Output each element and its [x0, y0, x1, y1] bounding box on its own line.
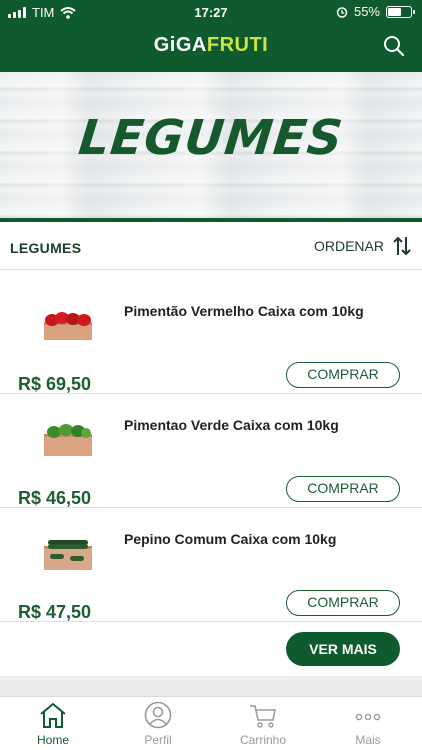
status-right: 55%: [336, 4, 415, 19]
section-header: LEGUMES ORDENAR: [0, 226, 422, 270]
status-bar: TIM 17:27 55%: [0, 0, 422, 24]
order-button[interactable]: ORDENAR: [314, 235, 412, 257]
order-label: ORDENAR: [313, 238, 384, 254]
buy-button[interactable]: COMPRAR: [286, 590, 400, 616]
battery-fill: [388, 7, 402, 16]
product-price: R$ 46,50: [18, 488, 92, 508]
cart-icon: [250, 705, 276, 728]
buy-button[interactable]: COMPRAR: [286, 362, 400, 388]
search-icon: [384, 36, 405, 57]
app-header: TIM 17:27 55% GiGAFRUTI: [0, 0, 422, 72]
battery-percent: 55%: [353, 4, 380, 19]
product-price: R$ 47,50: [18, 602, 92, 622]
search-button[interactable]: [382, 34, 406, 58]
see-more-button[interactable]: VER MAIS: [286, 632, 400, 666]
tab-cart[interactable]: Carrinho: [223, 701, 303, 747]
next-section-preview: [0, 676, 422, 696]
brand-part2: FRUTI: [206, 34, 269, 56]
alarm-icon: [336, 6, 348, 18]
product-image: [44, 540, 92, 570]
tab-more[interactable]: Mais: [328, 701, 408, 747]
tab-label: Carrinho: [239, 733, 287, 747]
product-name[interactable]: Pimentão Vermelho Caixa com 10kg: [124, 303, 364, 319]
tab-home[interactable]: Home: [13, 701, 93, 747]
more-icon: [355, 713, 381, 721]
sort-icon: [393, 236, 411, 256]
tab-label: Mais: [355, 733, 381, 747]
buy-button[interactable]: COMPRAR: [286, 476, 400, 502]
brand-logo: GiGAFRUTI: [0, 34, 422, 57]
product-price: R$ 69,50: [18, 374, 92, 394]
product-item: Pimentão Vermelho Caixa com 10kg R$ 69,5…: [0, 280, 422, 394]
product-image: [44, 424, 92, 456]
product-name[interactable]: Pimentao Verde Caixa com 10kg: [124, 417, 339, 433]
home-icon: [40, 702, 66, 728]
tab-bar: Home Perfil Carrinho Mais: [0, 696, 422, 750]
profile-icon: [144, 701, 172, 729]
banner-title: LEGUMES: [76, 110, 346, 166]
category-banner: LEGUMES: [0, 72, 422, 222]
tab-label: Home: [36, 733, 69, 747]
product-name[interactable]: Pepino Comum Caixa com 10kg: [124, 531, 336, 547]
tab-profile[interactable]: Perfil: [118, 701, 198, 747]
tab-label: Perfil: [144, 733, 172, 747]
product-item: Pimentao Verde Caixa com 10kg R$ 46,50 C…: [0, 394, 422, 508]
section-title: LEGUMES: [10, 240, 82, 256]
brand-part1: GiGA: [153, 34, 207, 56]
product-item: Pepino Comum Caixa com 10kg R$ 47,50 COM…: [0, 508, 422, 622]
product-image: [44, 312, 92, 340]
battery-icon: [386, 5, 415, 18]
